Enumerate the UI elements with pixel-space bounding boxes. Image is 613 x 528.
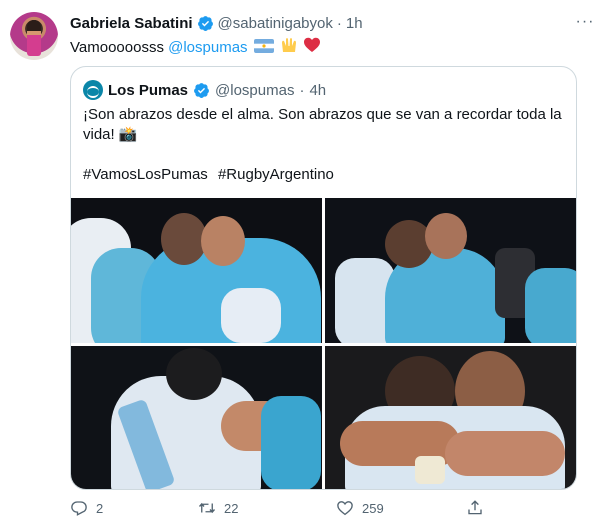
quoted-hashtags: #VamosLosPumas #RugbyArgentino bbox=[83, 165, 340, 185]
hashtag-vamoslospumas[interactable]: #VamosLosPumas bbox=[83, 166, 208, 183]
verified-badge-icon bbox=[194, 82, 209, 98]
like-count: 259 bbox=[362, 500, 384, 516]
avatar-image bbox=[27, 20, 41, 56]
mention-link[interactable]: @lospumas bbox=[168, 39, 247, 56]
tweet-text: Vamooooosss @lospumas bbox=[70, 36, 321, 58]
quoted-header-separator: · bbox=[299, 81, 305, 99]
quoted-author-name[interactable]: Los Pumas bbox=[108, 82, 188, 99]
retweet-count: 22 bbox=[224, 500, 239, 516]
raised-hands-icon bbox=[281, 38, 296, 52]
quoted-tweet-text: ¡Son abrazos desde el alma. Son abrazos … bbox=[83, 106, 562, 143]
reply-icon bbox=[71, 501, 87, 516]
quoted-author-handle[interactable]: @lospumas bbox=[215, 82, 294, 99]
photo-1[interactable] bbox=[71, 198, 322, 343]
photo-2[interactable] bbox=[325, 198, 576, 343]
header-separator: · bbox=[336, 14, 342, 32]
tweet-header: Gabriela Sabatini @sabatinigabyok · 1h bbox=[70, 12, 363, 34]
author-avatar[interactable] bbox=[10, 12, 58, 60]
tweet-actions: 2 22 259 bbox=[70, 498, 577, 518]
quoted-tweet[interactable]: Los Pumas @lospumas · 4h ¡Son abrazos de… bbox=[70, 66, 577, 490]
hashtag-rugbyargentino[interactable]: #RugbyArgentino bbox=[218, 166, 334, 183]
like-button[interactable]: 259 bbox=[336, 498, 384, 518]
heart-icon bbox=[337, 501, 353, 516]
more-dots-icon[interactable]: ··· bbox=[573, 14, 597, 30]
author-name[interactable]: Gabriela Sabatini bbox=[70, 15, 193, 32]
tweet[interactable]: ··· Gabriela Sabatini @sabatinigabyok · … bbox=[0, 0, 613, 528]
reply-count: 2 bbox=[96, 500, 104, 516]
quoted-tweet-time: 4h bbox=[309, 81, 327, 99]
retweet-button[interactable]: 22 bbox=[198, 498, 238, 518]
quoted-tweet-header: Los Pumas @lospumas · 4h bbox=[83, 79, 326, 101]
photo-3[interactable] bbox=[71, 346, 322, 489]
tweet-time[interactable]: 1h bbox=[346, 15, 363, 32]
tweet-body: Vamooooosss bbox=[70, 39, 169, 56]
author-handle[interactable]: @sabatinigabyok bbox=[218, 15, 333, 32]
quoted-author-avatar[interactable] bbox=[83, 80, 103, 100]
share-icon bbox=[468, 500, 482, 515]
argentina-flag-icon bbox=[253, 39, 274, 53]
photo-grid bbox=[71, 198, 576, 489]
red-heart-icon bbox=[304, 37, 321, 52]
photo-4[interactable] bbox=[325, 346, 576, 489]
reply-button[interactable]: 2 bbox=[70, 498, 103, 518]
share-button[interactable] bbox=[466, 498, 484, 518]
retweet-icon bbox=[198, 502, 216, 514]
verified-badge-icon bbox=[197, 15, 213, 31]
